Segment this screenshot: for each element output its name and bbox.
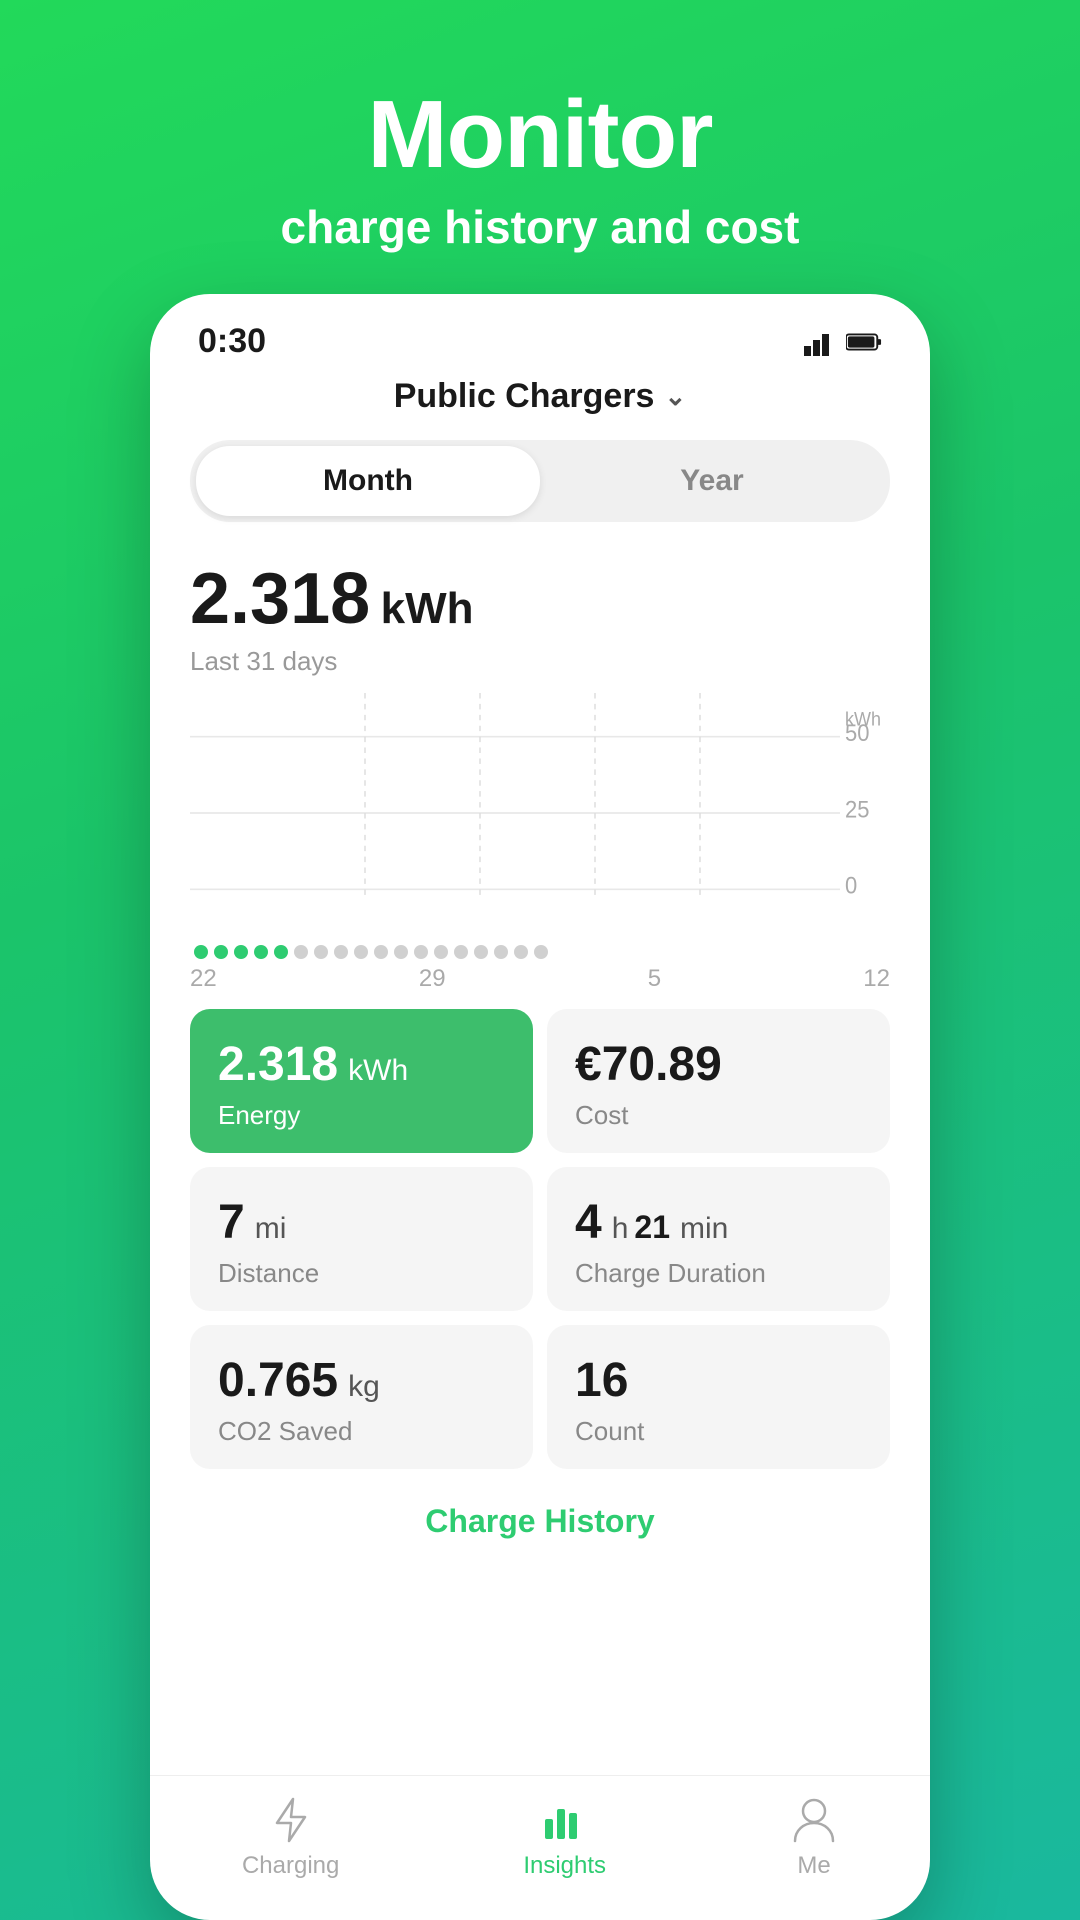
period-label: Last 31 days [190, 646, 890, 677]
charger-selector[interactable]: Public Chargers ⌄ [190, 377, 890, 416]
stats-grid: 2.318 kWh Energy €70.89 Cost 7 mi Distan… [190, 1009, 890, 1469]
co2-stat-unit: kg [348, 1370, 380, 1404]
svg-text:kWh: kWh [845, 708, 881, 730]
nav-insights[interactable]: Insights [523, 1796, 606, 1880]
energy-value: 2.318 [190, 559, 370, 639]
charger-label: Public Chargers [394, 377, 655, 416]
chart-label-5: 5 [648, 965, 661, 993]
hero-subtitle: charge history and cost [0, 200, 1080, 254]
count-stat-label: Count [575, 1416, 862, 1447]
duration-stat-label: Charge Duration [575, 1258, 862, 1289]
svg-text:0: 0 [845, 872, 857, 899]
energy-stat-value: 2.318 [218, 1037, 338, 1092]
dot-inactive-7 [414, 945, 428, 959]
co2-card[interactable]: 0.765 kg CO2 Saved [190, 1325, 533, 1469]
co2-stat-value: 0.765 [218, 1353, 338, 1408]
nav-insights-label: Insights [523, 1852, 606, 1880]
phone-content: Public Chargers ⌄ Month Year 2.318 kWh L… [150, 377, 930, 1775]
nav-me[interactable]: Me [790, 1796, 838, 1880]
dot-active [194, 945, 208, 959]
battery-icon [846, 328, 882, 356]
cost-card[interactable]: €70.89 Cost [547, 1009, 890, 1153]
dot-inactive-8 [434, 945, 448, 959]
count-stat-value: 16 [575, 1353, 628, 1408]
hero-title: Monitor [0, 80, 1080, 190]
energy-stat-label: Energy [218, 1100, 505, 1131]
count-card[interactable]: 16 Count [547, 1325, 890, 1469]
duration-card[interactable]: 4 h 21 min Charge Duration [547, 1167, 890, 1311]
charge-history-button[interactable]: Charge History [190, 1489, 890, 1554]
signal-icon [804, 328, 836, 356]
dot-inactive-3 [334, 945, 348, 959]
energy-unit: kWh [381, 584, 474, 633]
dot-inactive-4 [354, 945, 368, 959]
energy-display: 2.318 kWh [190, 558, 890, 640]
svg-text:25: 25 [845, 795, 869, 822]
dot-active-5 [274, 945, 288, 959]
status-time: 0:30 [198, 322, 266, 361]
phone-mockup: 0:30 Public Chargers ⌄ Month [150, 294, 930, 1920]
cost-stat-label: Cost [575, 1100, 862, 1131]
chart-x-labels: 22 29 5 12 [190, 965, 890, 1009]
charging-icon [267, 1796, 315, 1844]
dot-inactive-12 [514, 945, 528, 959]
dot-active-3 [234, 945, 248, 959]
chart-svg: 50 kWh 25 0 [190, 693, 890, 933]
dot-inactive-11 [494, 945, 508, 959]
chart-area: 50 kWh 25 0 [190, 693, 890, 933]
dot-active-2 [214, 945, 228, 959]
distance-stat-value: 7 [218, 1195, 245, 1250]
chart-label-12: 12 [863, 965, 890, 993]
duration-stat-h: h [612, 1212, 629, 1246]
me-icon [790, 1796, 838, 1844]
dot-inactive-10 [474, 945, 488, 959]
duration-stat-value: 4 [575, 1195, 602, 1250]
distance-stat-unit: mi [255, 1212, 287, 1246]
co2-stat-label: CO2 Saved [218, 1416, 505, 1447]
tab-year[interactable]: Year [540, 446, 884, 516]
status-bar: 0:30 [150, 294, 930, 377]
duration-stat-min-val: 21 [634, 1209, 670, 1246]
cost-stat-value: €70.89 [575, 1037, 722, 1092]
tab-month[interactable]: Month [196, 446, 540, 516]
dot-inactive-13 [534, 945, 548, 959]
dot-inactive-5 [374, 945, 388, 959]
nav-me-label: Me [797, 1852, 830, 1880]
dot-inactive-1 [294, 945, 308, 959]
dot-inactive-2 [314, 945, 328, 959]
chart-label-29: 29 [419, 965, 446, 993]
nav-charging[interactable]: Charging [242, 1796, 339, 1880]
insights-icon [541, 1796, 589, 1844]
distance-stat-label: Distance [218, 1258, 505, 1289]
bottom-nav: Charging Insights Me [150, 1775, 930, 1890]
chart-label-22: 22 [190, 965, 217, 993]
chart-dots [190, 945, 890, 959]
duration-stat-min: min [680, 1212, 728, 1246]
dot-inactive-9 [454, 945, 468, 959]
distance-card[interactable]: 7 mi Distance [190, 1167, 533, 1311]
dot-inactive-6 [394, 945, 408, 959]
dot-active-4 [254, 945, 268, 959]
status-icons [804, 328, 882, 356]
energy-stat-unit: kWh [348, 1054, 408, 1088]
energy-card[interactable]: 2.318 kWh Energy [190, 1009, 533, 1153]
tab-toggle: Month Year [190, 440, 890, 522]
chevron-down-icon: ⌄ [664, 381, 686, 412]
nav-charging-label: Charging [242, 1852, 339, 1880]
